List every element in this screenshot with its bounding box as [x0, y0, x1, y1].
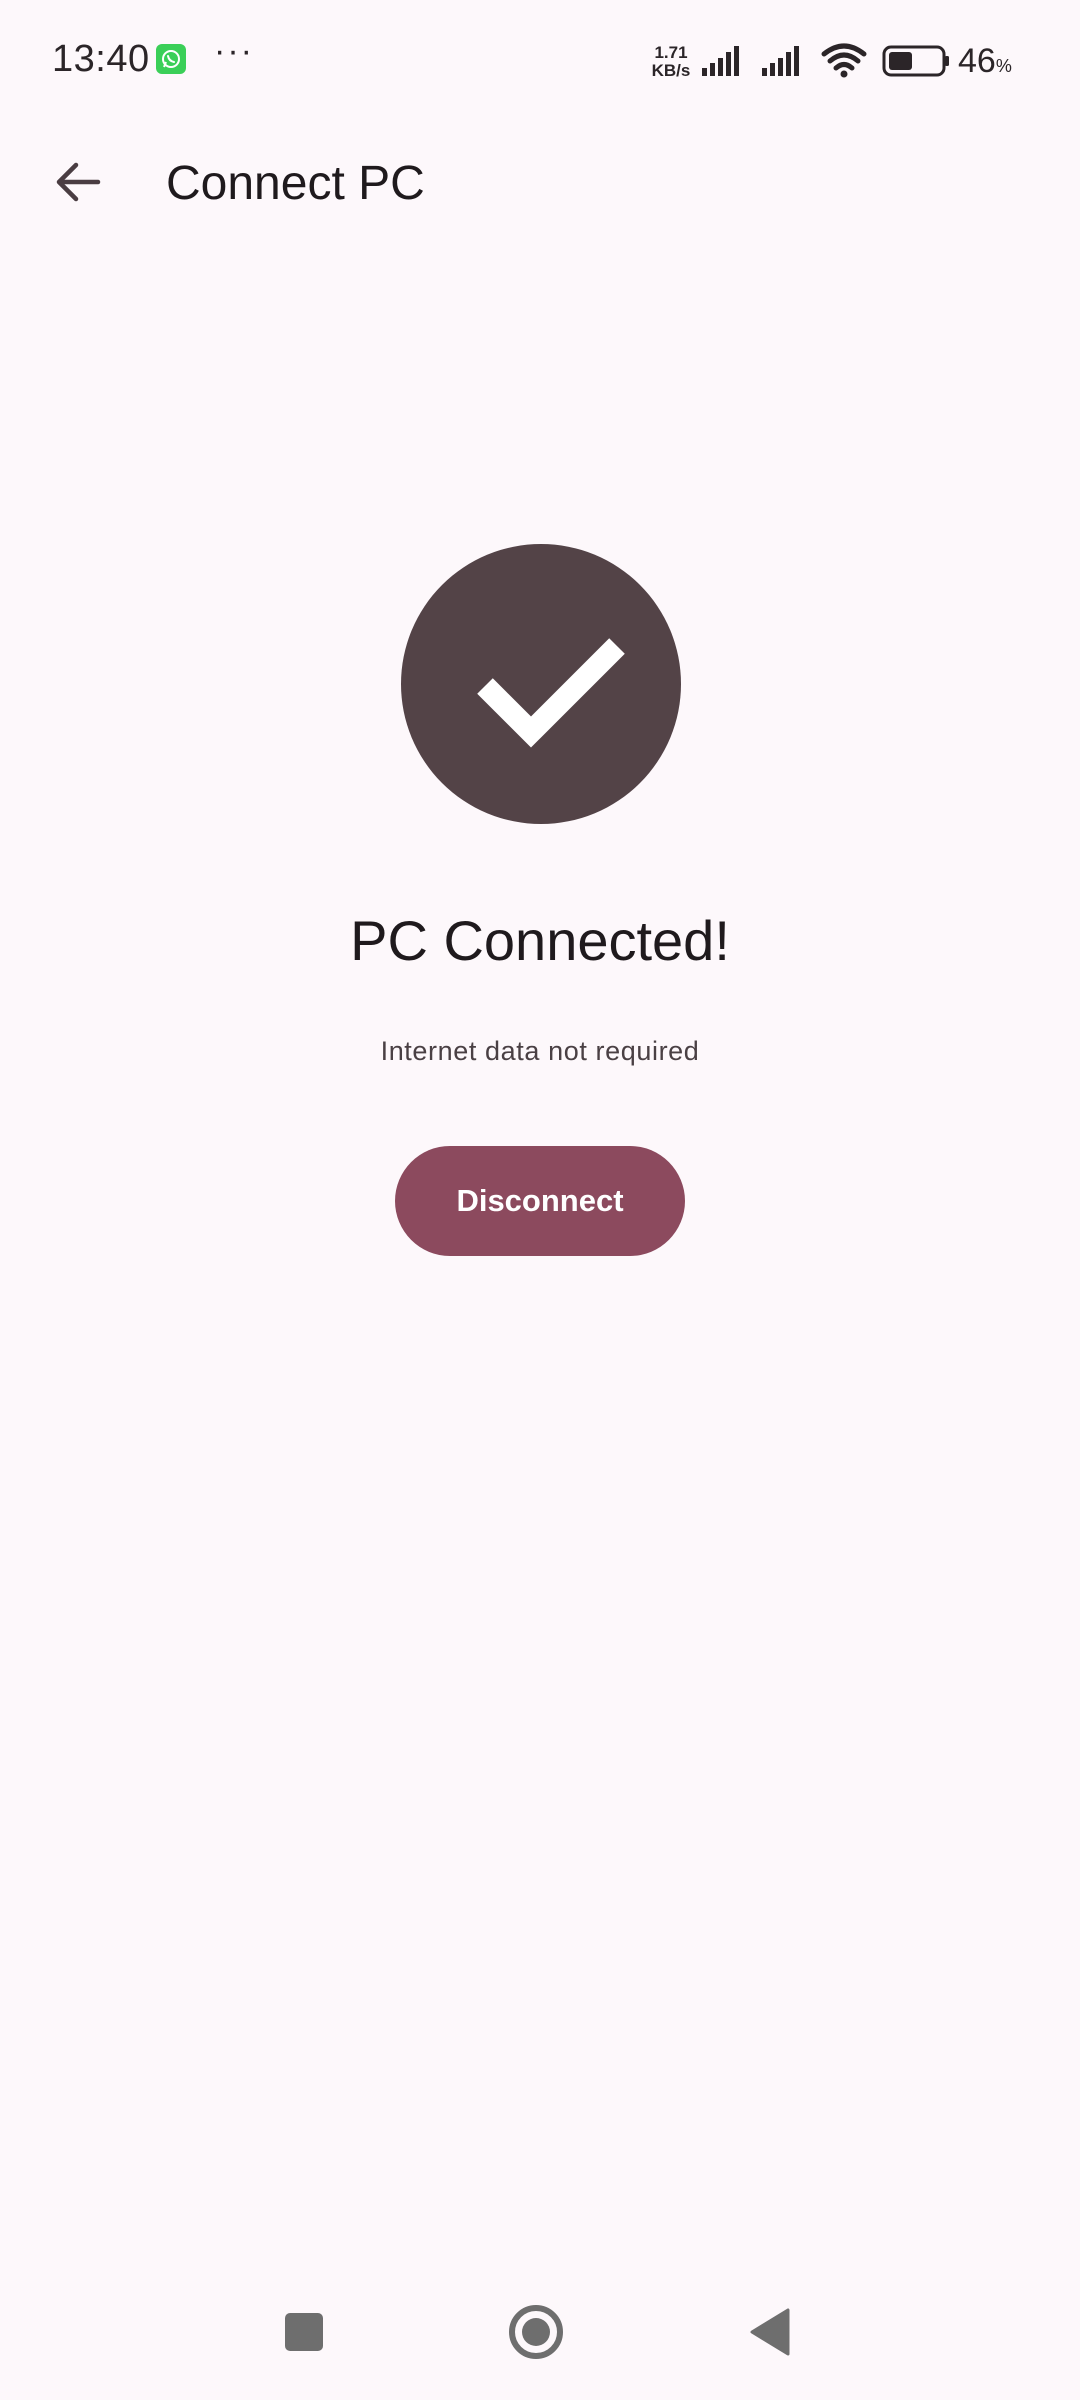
check-icon	[477, 638, 625, 748]
signal-icon	[702, 46, 739, 76]
recents-button[interactable]	[264, 2292, 344, 2372]
screen: 13:40 ··· 1.71 KB/s 46% Connect PC PC Co…	[0, 0, 1080, 2400]
page-title: Connect PC	[166, 157, 425, 210]
wifi-icon	[821, 43, 867, 78]
signal-icon	[762, 46, 799, 76]
recents-icon	[285, 2313, 323, 2351]
app-bar: Connect PC	[0, 120, 1080, 244]
disconnect-button[interactable]: Disconnect	[395, 1146, 685, 1256]
whatsapp-icon	[156, 44, 186, 74]
connection-subtext: Internet data not required	[380, 1036, 700, 1066]
status-time: 13:40	[52, 38, 150, 80]
battery-percent-sign: %	[995, 56, 1012, 76]
network-speed-unit: KB/s	[651, 61, 691, 80]
nav-back-button[interactable]	[730, 2292, 810, 2372]
more-notifications-icon: ···	[214, 32, 254, 70]
navigation-bar	[0, 2272, 1080, 2400]
home-icon	[509, 2305, 563, 2359]
status-bar: 13:40 ··· 1.71 KB/s 46%	[0, 0, 1080, 120]
home-button[interactable]	[496, 2292, 576, 2372]
connected-status-circle	[401, 544, 681, 824]
arrow-back-icon	[56, 162, 101, 202]
battery-icon	[882, 45, 949, 77]
battery-percent-value: 46	[958, 42, 996, 80]
network-speed-value: 1.71	[654, 43, 688, 62]
back-icon	[750, 2308, 790, 2356]
battery-percent: 46%	[958, 42, 1012, 81]
network-speed: 1.71 KB/s	[648, 44, 694, 80]
connection-headline: PC Connected!	[350, 909, 730, 972]
back-button[interactable]	[40, 144, 116, 220]
